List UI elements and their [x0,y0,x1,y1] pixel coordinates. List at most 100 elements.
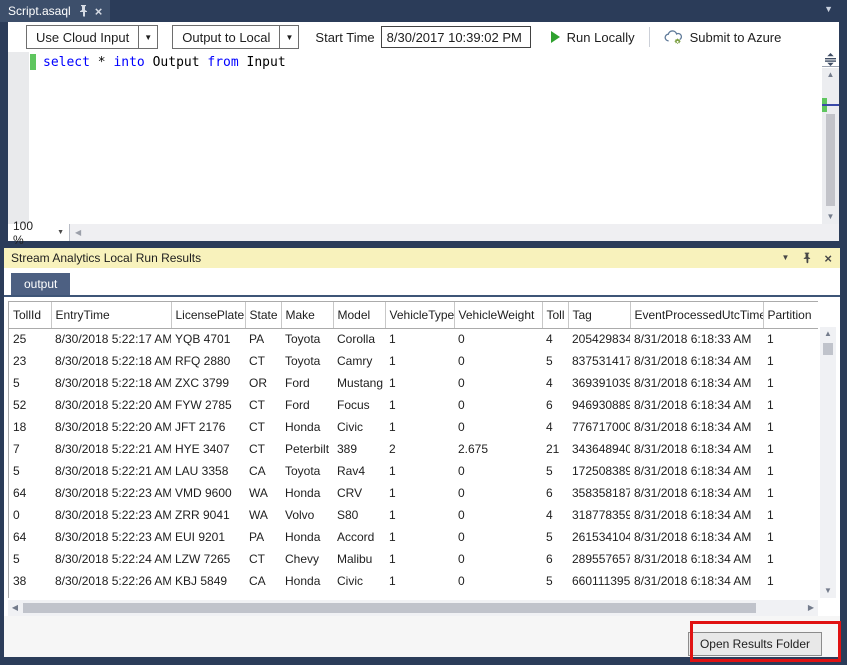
chevron-down-icon[interactable]: ▼ [279,26,298,48]
tab-script-asaql[interactable]: Script.asaql × [0,0,110,22]
use-cloud-input-dropdown[interactable]: Use Cloud Input ▼ [26,25,158,49]
table-cell: 1 [385,570,454,592]
table-row[interactable]: 238/30/2018 5:22:18 AMRFQ 2880CTToyotaCa… [9,350,818,372]
table-cell: 8/30/2018 5:22:24 AM [51,548,171,570]
results-grid: TollIdEntryTimeLicensePlateStateMakeMode… [8,301,818,598]
scroll-left-icon[interactable]: ◀ [70,228,86,237]
tool-window-title-bar: Stream Analytics Local Run Results ▼ × [4,248,840,268]
table-row[interactable]: 188/30/2018 5:22:20 AMJFT 2176CTHondaCiv… [9,416,818,438]
table-cell: 776717000 [568,416,630,438]
scroll-right-icon[interactable]: ▶ [804,600,818,616]
table-cell: 8/30/2018 5:22:20 AM [51,416,171,438]
editor-vertical-scrollbar[interactable]: ▲ ▼ [822,52,839,224]
scroll-down-icon[interactable]: ▼ [820,584,836,598]
output-to-local-dropdown[interactable]: Output to Local ▼ [172,25,299,49]
table-cell: 8/31/2018 6:18:34 AM [630,548,763,570]
table-row[interactable]: 58/30/2018 5:22:21 AMLAU 3358CAToyotaRav… [9,460,818,482]
table-row[interactable]: 08/30/2018 5:22:23 AMZRR 9041WAVolvoS801… [9,504,818,526]
pin-icon[interactable] [802,252,811,264]
table-cell: Accord [333,592,385,598]
table-cell: 837531417 [568,350,630,372]
scroll-down-icon[interactable]: ▼ [822,210,839,224]
tab-output[interactable]: output [11,273,70,295]
results-horizontal-scrollbar[interactable]: ◀ ▶ [8,600,818,616]
table-cell: 8/31/2018 6:18:34 AM [630,526,763,548]
results-vertical-scrollbar[interactable]: ▲ ▼ [820,327,836,598]
table-cell: 1 [763,328,818,350]
table-cell: Toyota [281,350,333,372]
start-time-input[interactable] [381,26,531,48]
scrollbar-thumb[interactable] [23,603,756,613]
editor-gutter [8,52,29,224]
scroll-up-icon[interactable]: ▲ [820,327,836,341]
table-cell: 1 [763,394,818,416]
table-cell: 0 [454,504,542,526]
table-cell: Toyota [281,460,333,482]
table-cell: Rav4 [333,460,385,482]
run-locally-button[interactable]: Run Locally [545,25,641,49]
table-cell: 389 [333,438,385,460]
table-cell: 0 [454,328,542,350]
results-table-body: 258/30/2018 5:22:17 AMYQB 4701PAToyotaCo… [9,328,818,598]
pin-icon[interactable] [78,5,88,17]
editor-bottom-bar: 100 % ▼ ◀ [8,224,839,241]
scrollbar-thumb[interactable] [826,114,835,206]
column-header-partition[interactable]: Partition [763,302,818,328]
table-cell: 8/30/2018 5:22:18 AM [51,372,171,394]
table-cell: 1 [763,504,818,526]
table-cell: 1 [385,328,454,350]
column-header-tag[interactable]: Tag [568,302,630,328]
column-header-entrytime[interactable]: EntryTime [51,302,171,328]
window-menu-chevron-icon[interactable]: ▼ [781,254,789,262]
table-cell: 261534104 [568,526,630,548]
column-header-toll[interactable]: Toll [542,302,568,328]
table-row[interactable]: 528/30/2018 5:22:20 AMFYW 2785CTFordFocu… [9,394,818,416]
tool-window-title: Stream Analytics Local Run Results [11,251,201,265]
code-editor-surface[interactable]: select * into Output from Input [8,52,822,224]
table-cell: 7 [9,438,51,460]
document-tab-bar: Script.asaql × ▼ [0,0,847,22]
column-header-vehicleweight[interactable]: VehicleWeight [454,302,542,328]
scroll-left-icon[interactable]: ◀ [8,600,22,616]
table-cell: 8/31/2018 6:18:34 AM [630,504,763,526]
column-header-eventprocessedutctime[interactable]: EventProcessedUtcTime [630,302,763,328]
table-cell: 1 [385,592,454,598]
toolbar-separator [649,27,650,47]
column-header-tollid[interactable]: TollId [9,302,51,328]
tab-overflow-chevron-icon[interactable]: ▼ [824,4,833,14]
column-header-vehicletype[interactable]: VehicleType [385,302,454,328]
column-header-state[interactable]: State [245,302,281,328]
chevron-down-icon[interactable]: ▼ [138,26,157,48]
close-icon[interactable]: × [95,5,103,18]
table-cell: Honda [281,570,333,592]
table-cell: 358358187 [568,482,630,504]
scrollbar-thumb[interactable] [823,343,833,355]
table-cell: JFT 2176 [171,416,245,438]
column-header-model[interactable]: Model [333,302,385,328]
table-row[interactable]: 648/30/2018 5:22:23 AMVMD 9600WAHondaCRV… [9,482,818,504]
editor-splitter-handle[interactable] [822,52,839,67]
table-row[interactable]: 258/30/2018 5:22:17 AMYQB 4701PAToyotaCo… [9,328,818,350]
local-run-results-panel: Stream Analytics Local Run Results ▼ × o… [4,248,840,657]
table-cell: 660111395 [568,570,630,592]
table-cell: TX [245,592,281,598]
table-row[interactable]: 58/30/2018 5:22:24 AMLZW 7265CTChevyMali… [9,548,818,570]
table-row[interactable]: 78/30/2018 5:22:21 AMHYE 3407CTPeterbilt… [9,438,818,460]
column-header-licenseplate[interactable]: LicensePlate [171,302,245,328]
column-header-make[interactable]: Make [281,302,333,328]
table-cell: WA [245,482,281,504]
table-cell: 0 [454,350,542,372]
table-cell: 1 [763,570,818,592]
scroll-up-icon[interactable]: ▲ [822,68,839,82]
close-icon[interactable]: × [824,252,832,265]
table-row[interactable]: 368/30/2018 5:22:26 AMMSI 3856TXHondaAcc… [9,592,818,598]
table-row[interactable]: 388/30/2018 5:22:26 AMKBJ 5849CAHondaCiv… [9,570,818,592]
changed-line-indicator [30,54,36,70]
table-row[interactable]: 58/30/2018 5:22:18 AMZXC 3799ORFordMusta… [9,372,818,394]
scrollbar-track[interactable]: ▲ ▼ [822,68,839,224]
table-cell: 634568916 [568,592,630,598]
table-row[interactable]: 648/30/2018 5:22:23 AMEUI 9201PAHondaAcc… [9,526,818,548]
submit-to-azure-button[interactable]: Submit to Azure [658,25,788,49]
table-cell: 318778359 [568,504,630,526]
zoom-level-combo[interactable]: 100 % ▼ [8,224,70,241]
